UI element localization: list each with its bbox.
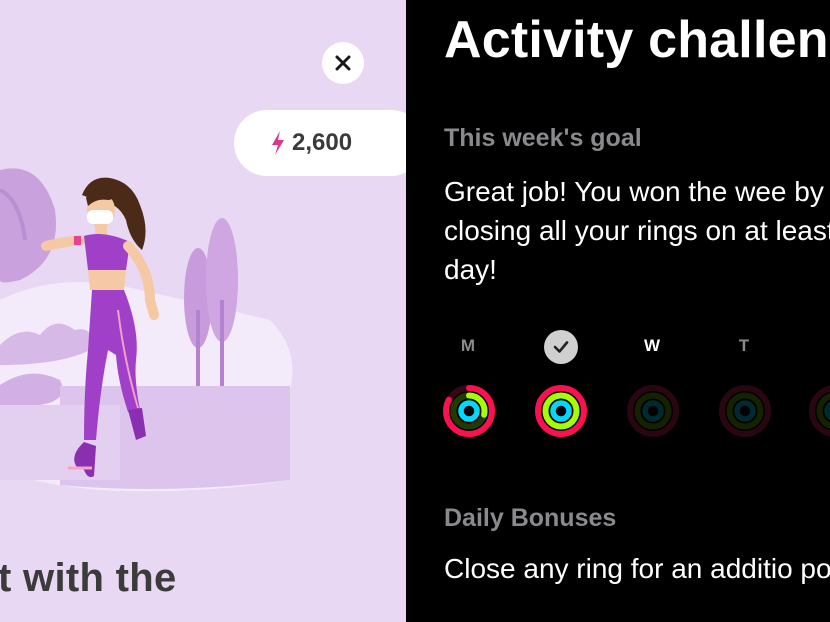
activity-rings-wednesday[interactable] — [626, 384, 680, 438]
activity-rings-thursday[interactable] — [718, 384, 772, 438]
day-label-thursday: T — [738, 336, 750, 355]
challenge-panel: Activity challen This week's goal Great … — [408, 0, 830, 622]
bonus-description: Close any ring for an additio points — [444, 553, 830, 584]
promo-panel: 2,600 t with the — [0, 0, 406, 622]
activity-rings-friday[interactable] — [808, 384, 830, 438]
day-label-wednesday: W — [643, 336, 661, 355]
goal-description: Great job! You won the wee by closing al… — [444, 176, 830, 285]
bonus-label: Daily Bonuses — [444, 504, 617, 532]
close-button[interactable] — [322, 42, 364, 84]
day-label-monday: M — [460, 336, 476, 355]
close-icon — [335, 55, 351, 71]
runner-illustration — [0, 168, 293, 492]
promo-title: t with the — [0, 556, 177, 600]
goal-label: This week's goal — [444, 124, 642, 152]
checkmark-icon — [553, 341, 569, 353]
page-title: Activity challen — [444, 11, 829, 69]
day-completed-badge — [544, 330, 578, 364]
activity-rings-monday[interactable] — [442, 384, 496, 438]
activity-rings-tuesday[interactable] — [534, 384, 588, 438]
